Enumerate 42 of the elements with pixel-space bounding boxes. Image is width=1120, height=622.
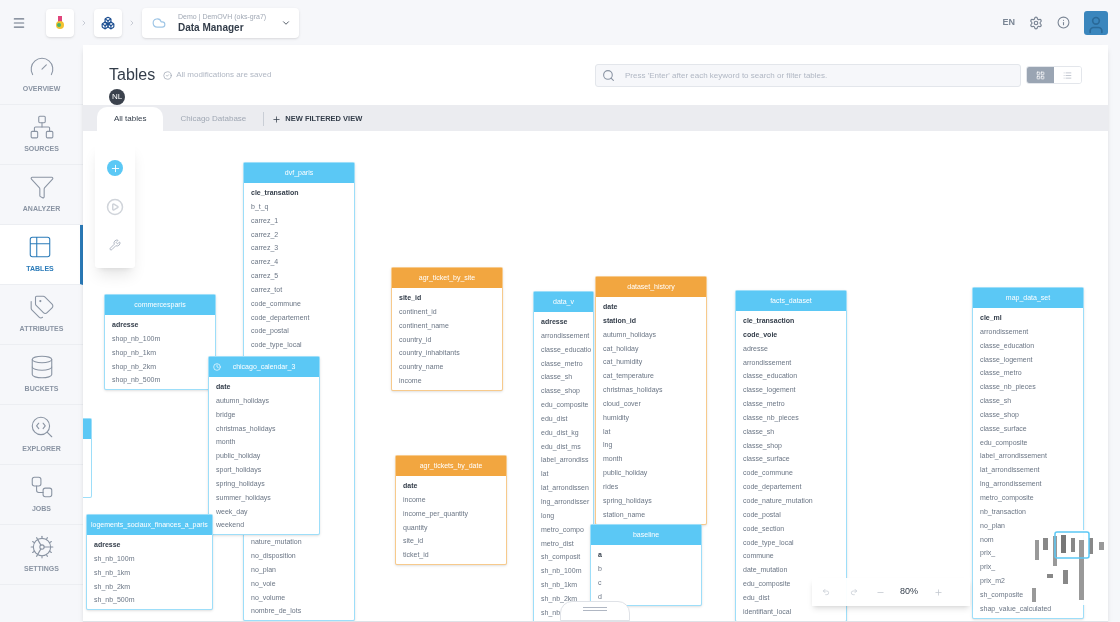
- redo-icon: [850, 588, 858, 596]
- drawer-handle[interactable]: [560, 601, 630, 621]
- clock-icon: [213, 363, 221, 371]
- settings-button[interactable]: [1029, 15, 1043, 30]
- network-icon: [28, 114, 55, 141]
- table-card[interactable]: [735, 290, 847, 621]
- check-icon: [163, 70, 173, 80]
- save-status: All modifications are saved: [176, 69, 272, 81]
- wrench-button[interactable]: [109, 238, 121, 251]
- cubes-icon: [101, 15, 115, 30]
- menu-button[interactable]: [12, 15, 26, 30]
- filter-icon: [28, 174, 55, 201]
- project-title: Data Manager: [178, 21, 244, 34]
- plus-icon: [933, 587, 943, 597]
- search-icon: [602, 69, 615, 82]
- tags-icon: [28, 294, 55, 321]
- wrench-icon: [109, 238, 121, 251]
- chevron-icon: [128, 18, 136, 27]
- avatar-button[interactable]: [1084, 10, 1108, 35]
- view-tab[interactable]: Chicago Database: [163, 107, 264, 131]
- user-avatar: NL: [109, 89, 125, 105]
- chevron-icon: [80, 18, 88, 27]
- zoom-level: 80%: [899, 585, 919, 599]
- grip-icon: [583, 607, 607, 611]
- grid-icon: [1036, 70, 1045, 80]
- cloud-icon: [150, 15, 168, 30]
- view-toggle[interactable]: [1027, 67, 1054, 83]
- app-logo-button[interactable]: [46, 8, 74, 37]
- plus-icon: [272, 114, 282, 124]
- info-button[interactable]: [1057, 16, 1070, 29]
- add-button[interactable]: [107, 160, 123, 177]
- logo-icon: [55, 15, 65, 30]
- play-icon: [106, 198, 124, 217]
- page-title: Tables: [109, 65, 156, 85]
- undo-icon: [822, 588, 830, 596]
- table-card[interactable]: [533, 291, 594, 621]
- view-tab[interactable]: All tables: [97, 107, 164, 131]
- plus-icon: [109, 162, 121, 174]
- cubes-button[interactable]: [94, 8, 122, 37]
- language-button[interactable]: EN: [1002, 15, 1015, 30]
- list-icon: [1063, 70, 1072, 80]
- run-button[interactable]: [106, 198, 124, 217]
